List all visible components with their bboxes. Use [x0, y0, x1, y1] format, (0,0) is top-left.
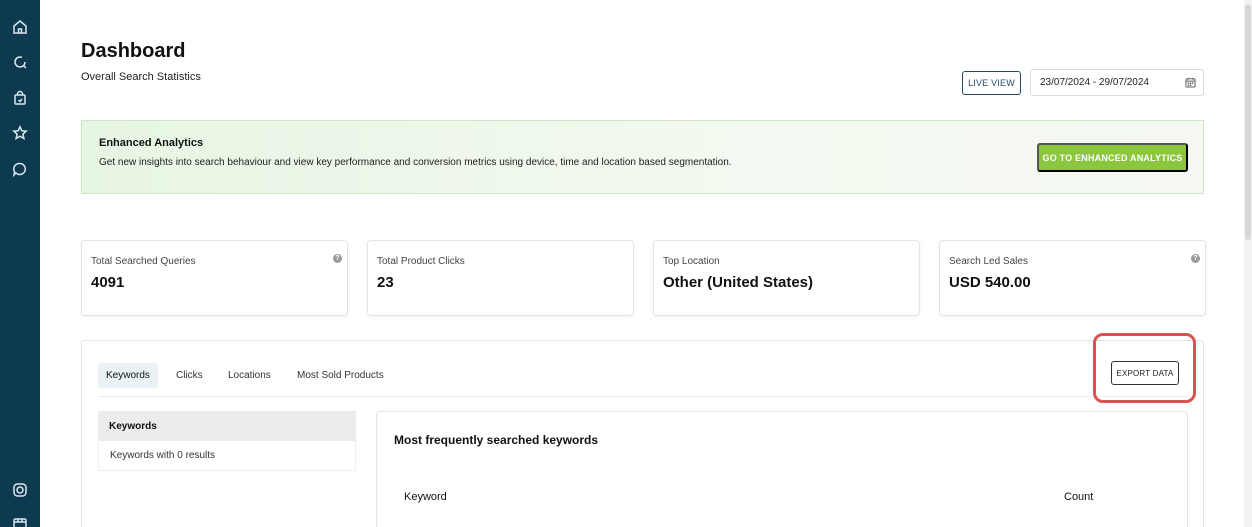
stat-card-top-location: Top Location Other (United States) [653, 240, 920, 316]
date-range-value: 23/07/2024 - 29/07/2024 [1040, 77, 1149, 88]
export-data-button[interactable]: EXPORT DATA [1111, 361, 1179, 385]
page-title: Dashboard [81, 40, 186, 62]
stat-label: Top Location [663, 256, 720, 267]
stat-card-total-product-clicks: Total Product Clicks 23 [367, 240, 634, 316]
scrollbar-thumb[interactable] [1245, 4, 1251, 240]
live-view-button[interactable]: LIVE VIEW [962, 71, 1021, 95]
store-icon[interactable] [11, 515, 29, 527]
column-header-count: Count [1064, 491, 1094, 503]
stat-value: Other (United States) [663, 274, 814, 291]
keywords-table-card: Most frequently searched keywords Keywor… [376, 411, 1188, 527]
sub-menu-keywords[interactable]: Keywords [98, 411, 356, 441]
sidebar [0, 0, 40, 527]
banner-text: Get new insights into search behaviour a… [99, 157, 732, 168]
shopping-bag-icon[interactable] [11, 89, 29, 107]
stat-label: Search Led Sales [949, 256, 1028, 267]
enhanced-analytics-banner: Enhanced Analytics Get new insights into… [81, 120, 1204, 194]
tab-clicks[interactable]: Clicks [168, 363, 211, 388]
stat-value: 23 [377, 274, 394, 291]
analytics-panel: Keywords Clicks Locations Most Sold Prod… [81, 333, 1204, 527]
stat-value: 4091 [91, 274, 125, 291]
help-icon[interactable]: ? [1191, 254, 1200, 263]
page-scrollbar[interactable] [1244, 0, 1252, 527]
instagram-icon[interactable] [11, 481, 29, 499]
tabs-divider [98, 396, 1188, 397]
tab-locations[interactable]: Locations [220, 363, 279, 388]
date-range-picker[interactable]: 23/07/2024 - 29/07/2024 [1030, 69, 1204, 96]
stat-card-search-led-sales: Search Led Sales USD 540.00 ? [939, 240, 1206, 316]
stat-label: Total Searched Queries [91, 256, 196, 267]
calendar-icon [1185, 77, 1196, 88]
stat-label: Total Product Clicks [377, 256, 465, 267]
star-icon[interactable] [11, 124, 29, 142]
search-icon[interactable] [11, 53, 29, 71]
tab-keywords[interactable]: Keywords [98, 363, 158, 388]
keywords-table-title: Most frequently searched keywords [394, 433, 599, 447]
home-icon[interactable] [11, 18, 29, 36]
go-to-enhanced-analytics-button[interactable]: GO TO ENHANCED ANALYTICS [1037, 143, 1188, 172]
help-icon[interactable]: ? [333, 254, 342, 263]
sub-menu-keywords-with-0-results[interactable]: Keywords with 0 results [98, 441, 356, 471]
stat-value: USD 540.00 [949, 274, 1031, 291]
chat-icon[interactable] [11, 160, 29, 178]
keywords-sub-menu: Keywords Keywords with 0 results [98, 411, 356, 471]
tab-most-sold-products[interactable]: Most Sold Products [289, 363, 392, 388]
banner-title: Enhanced Analytics [99, 137, 204, 149]
stat-card-total-searched-queries: Total Searched Queries 4091 ? [81, 240, 348, 316]
column-header-keyword: Keyword [404, 491, 447, 503]
page-subtitle: Overall Search Statistics [81, 71, 201, 83]
